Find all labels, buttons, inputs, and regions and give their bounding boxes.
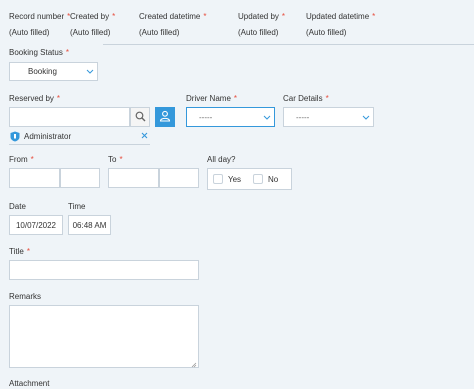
resize-handle-icon[interactable] xyxy=(191,361,197,370)
all-day-yes-checkbox[interactable] xyxy=(213,174,223,184)
car-details-value: ----- xyxy=(296,112,310,122)
record-number-value: (Auto filled) xyxy=(9,28,50,37)
record-number-label: Record number * xyxy=(9,12,71,21)
user-avatar-icon xyxy=(10,131,20,144)
from-label: From * xyxy=(9,155,34,164)
created-by-label: Created by * xyxy=(70,12,116,21)
chevron-down-icon xyxy=(83,69,97,74)
chevron-down-icon xyxy=(359,115,373,120)
all-day-no-label[interactable]: No xyxy=(268,175,278,184)
reserved-by-input[interactable] xyxy=(9,107,130,127)
updated-by-label: Updated by * xyxy=(238,12,286,21)
remove-user-icon[interactable] xyxy=(141,132,148,141)
time-label: Time xyxy=(68,202,86,211)
attachment-label: Attachment xyxy=(9,379,50,388)
chevron-down-icon xyxy=(260,115,274,120)
date-label: Date xyxy=(9,202,26,211)
created-datetime-label: Created datetime * xyxy=(139,12,207,21)
reserved-by-label: Reserved by * xyxy=(9,94,61,103)
updated-datetime-value: (Auto filled) xyxy=(306,28,347,37)
date-input[interactable]: 10/07/2022 xyxy=(9,215,63,235)
booking-status-value: Booking xyxy=(28,67,57,76)
user-select-button[interactable] xyxy=(155,107,175,127)
search-icon xyxy=(135,111,146,124)
created-by-value: (Auto filled) xyxy=(70,28,111,37)
title-label: Title * xyxy=(9,247,30,256)
all-day-no-checkbox[interactable] xyxy=(253,174,263,184)
time-input[interactable]: 06:48 AM xyxy=(68,215,111,235)
title-input[interactable] xyxy=(9,260,199,280)
header-divider xyxy=(103,44,474,45)
search-button[interactable] xyxy=(130,107,150,127)
all-day-label: All day? xyxy=(207,155,236,164)
all-day-yes-label[interactable]: Yes xyxy=(228,175,241,184)
remarks-label: Remarks xyxy=(9,292,42,301)
updated-by-value: (Auto filled) xyxy=(238,28,279,37)
driver-name-dropdown[interactable]: ----- xyxy=(186,107,275,127)
selected-user-name: Administrator xyxy=(24,132,72,141)
from-date-input[interactable] xyxy=(9,168,60,188)
to-time-input[interactable] xyxy=(159,168,199,188)
booking-status-dropdown[interactable]: Booking xyxy=(9,62,98,81)
user-icon xyxy=(159,110,171,124)
from-time-input[interactable] xyxy=(60,168,100,188)
created-datetime-value: (Auto filled) xyxy=(139,28,180,37)
updated-datetime-label: Updated datetime * xyxy=(306,12,376,21)
car-details-dropdown[interactable]: ----- xyxy=(283,107,374,127)
driver-name-value: ----- xyxy=(199,112,213,122)
car-details-label: Car Details * xyxy=(283,94,329,103)
remarks-textarea[interactable] xyxy=(9,305,199,368)
booking-status-label: Booking Status * xyxy=(9,48,69,57)
to-date-input[interactable] xyxy=(108,168,159,188)
chip-underline xyxy=(9,144,150,145)
driver-name-label: Driver Name * xyxy=(186,94,238,103)
to-label: To * xyxy=(108,155,123,164)
